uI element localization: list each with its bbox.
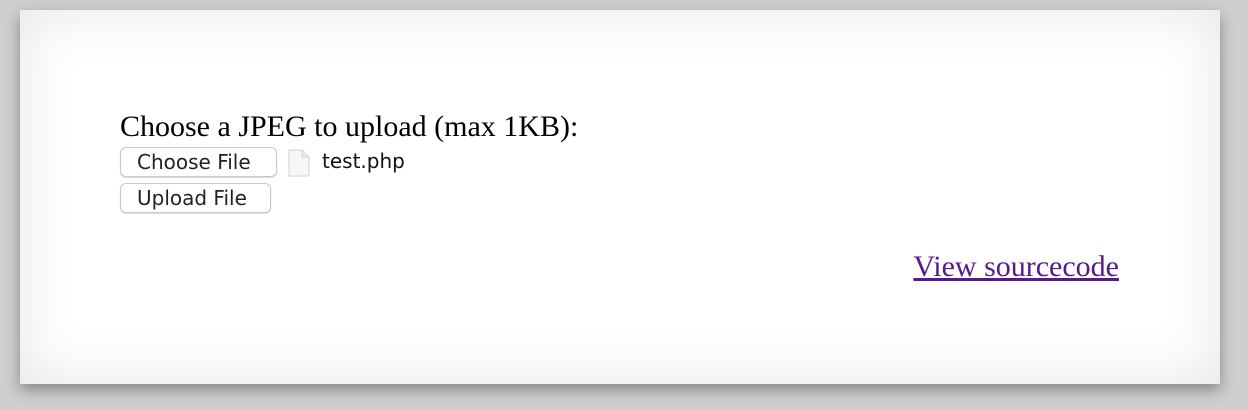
upload-prompt: Choose a JPEG to upload (max 1KB): [120, 110, 579, 143]
page-panel: Choose a JPEG to upload (max 1KB): Choos… [20, 10, 1220, 384]
upload-file-button[interactable]: Upload File [120, 183, 271, 213]
document-icon [288, 149, 310, 177]
view-sourcecode-link[interactable]: View sourcecode [913, 250, 1119, 284]
choose-file-button[interactable]: Choose File [120, 147, 277, 177]
selected-file-name: test.php [322, 149, 405, 173]
